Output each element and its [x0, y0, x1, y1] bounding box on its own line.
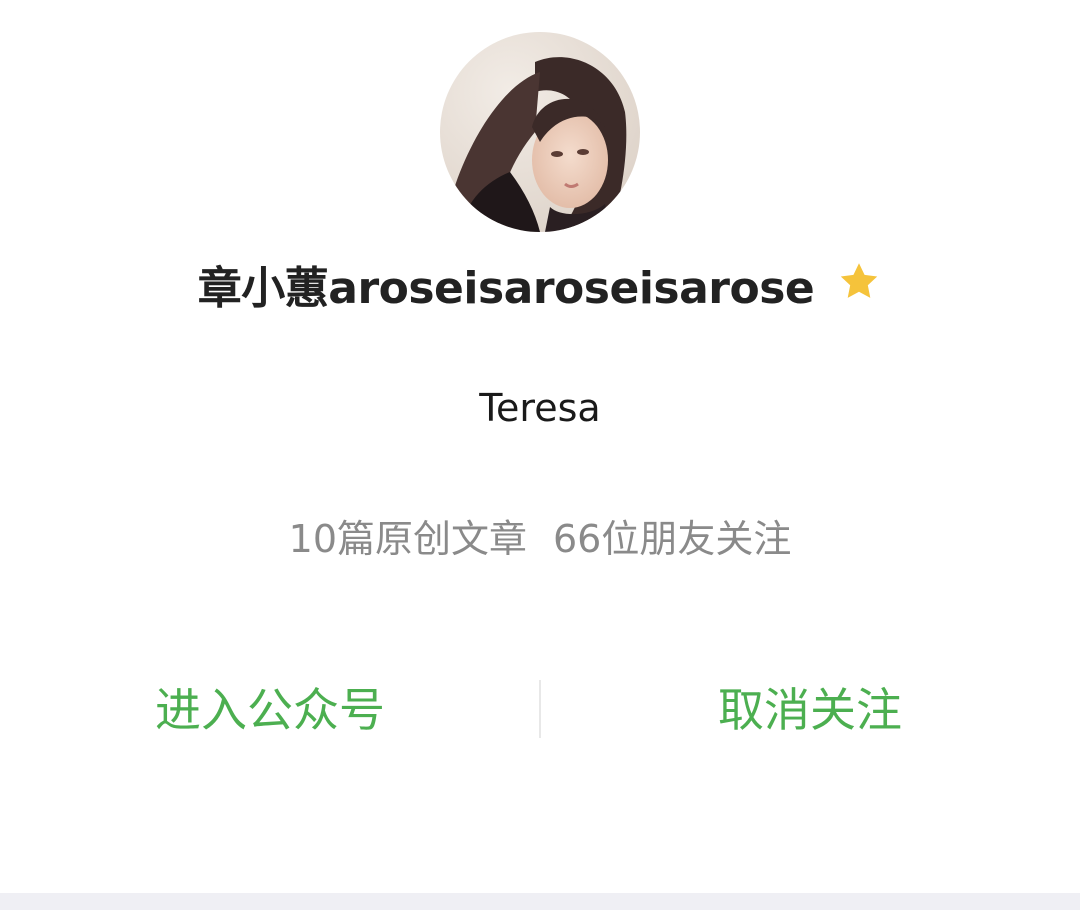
action-bar: 进入公众号 取消关注: [0, 670, 1080, 750]
account-stats: 10篇原创文章 66位朋友关注: [0, 508, 1080, 563]
account-profile-card: 章小蕙aroseisaroseisarose Teresa 10篇原创文章 66位…: [0, 0, 1080, 910]
enter-official-account-button[interactable]: 进入公众号: [0, 670, 540, 750]
account-name: 章小蕙aroseisaroseisarose: [197, 263, 815, 314]
bottom-separator: [0, 893, 1080, 910]
account-subtitle: Teresa: [479, 386, 601, 430]
friends-following-count[interactable]: 66位朋友关注: [553, 517, 791, 561]
account-name-row: 章小蕙aroseisaroseisarose: [0, 252, 1080, 322]
unfollow-button[interactable]: 取消关注: [540, 670, 1080, 750]
star-icon[interactable]: [836, 259, 882, 305]
original-articles-count: 10篇原创文章: [288, 517, 527, 561]
avatar-image: [440, 32, 640, 232]
avatar[interactable]: [440, 32, 640, 232]
